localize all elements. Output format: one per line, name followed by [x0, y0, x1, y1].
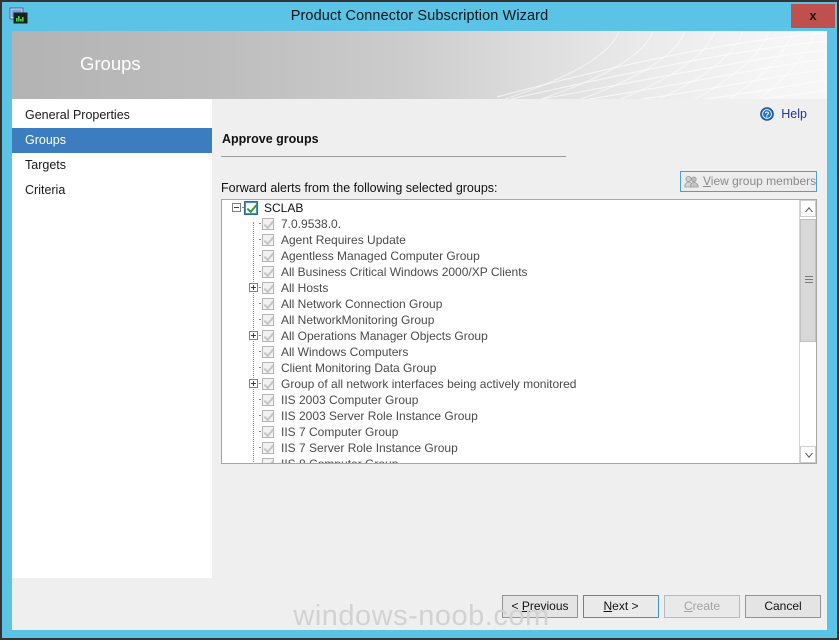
tree-row-label: All NetworkMonitoring Group [281, 313, 435, 327]
tree-row[interactable]: All Business Critical Windows 2000/XP Cl… [222, 264, 800, 280]
tree-checkbox[interactable] [262, 330, 274, 342]
scroll-up-icon[interactable] [800, 200, 816, 217]
tree-row-label: All Hosts [281, 281, 329, 295]
tree-row-label: All Business Critical Windows 2000/XP Cl… [281, 265, 528, 279]
tree-vertical-scrollbar[interactable] [799, 200, 816, 463]
tree-checkbox[interactable] [262, 378, 274, 390]
forward-alerts-label: Forward alerts from the following select… [221, 181, 498, 195]
tree-checkbox[interactable] [262, 442, 274, 454]
tree-row[interactable]: Agentless Managed Computer Group [222, 248, 800, 264]
scrollbar-grip-icon [805, 276, 813, 283]
tree-row[interactable]: IIS 7 Server Role Instance Group [222, 440, 800, 456]
tree-checkbox[interactable] [262, 346, 274, 358]
close-icon[interactable]: x [791, 4, 835, 28]
scrollbar-thumb[interactable] [800, 219, 816, 342]
tree-row-label: 7.0.9538.0. [281, 217, 342, 231]
tree-checkbox[interactable] [262, 298, 274, 310]
tree-row-root[interactable]: SCLAB [222, 200, 800, 216]
tree-checkbox[interactable] [262, 426, 274, 438]
wizard-banner: Groups [12, 31, 827, 99]
tree-row-label: SCLAB [264, 201, 304, 215]
sidebar-item-criteria[interactable]: Criteria [12, 178, 212, 203]
help-label: Help [781, 107, 807, 121]
tree-checkbox[interactable] [262, 218, 274, 230]
section-divider [221, 156, 566, 157]
previous-button[interactable]: < Previous [502, 595, 578, 618]
tree-row[interactable]: IIS 2003 Server Role Instance Group [222, 408, 800, 424]
svg-text:?: ? [764, 110, 769, 119]
view-members-label: iew group members [710, 174, 817, 188]
tree-expander-icon[interactable] [249, 283, 258, 292]
tree-row-label: All Operations Manager Objects Group [281, 329, 488, 343]
tree-row-label: Group of all network interfaces being ac… [281, 377, 577, 391]
create-button: Create [664, 595, 740, 618]
section-title: Approve groups [222, 132, 319, 146]
tree-row-label: IIS 8 Computer Group [281, 456, 398, 463]
tree-checkbox[interactable] [244, 201, 258, 215]
content-panel: ? Help Approve groups Forward alerts fro… [212, 99, 827, 578]
sidebar-item-general-properties[interactable]: General Properties [12, 103, 212, 128]
tree-row-label: IIS 2003 Server Role Instance Group [281, 409, 478, 423]
tree-row-label: IIS 2003 Computer Group [281, 393, 419, 407]
tree-expander-icon[interactable] [232, 203, 241, 212]
tree-checkbox[interactable] [262, 410, 274, 422]
wizard-step-sidebar: General Properties Groups Targets Criter… [12, 99, 212, 578]
tree-row-label: Agent Requires Update [281, 233, 406, 247]
sidebar-item-targets[interactable]: Targets [12, 153, 212, 178]
tree-checkbox[interactable] [262, 458, 274, 463]
tree-row-label: All Network Connection Group [281, 297, 443, 311]
tree-checkbox[interactable] [262, 362, 274, 374]
question-circle-icon: ? [759, 107, 774, 121]
tree-checkbox[interactable] [262, 266, 274, 278]
tree-expander-icon[interactable] [249, 331, 258, 340]
groups-tree-list: SCLAB 7.0.9538.0. Agent Requires Update Age… [222, 200, 800, 463]
wizard-window: Product Connector Subscription Wizard x [0, 0, 839, 640]
tree-expander-icon[interactable] [249, 379, 258, 388]
tree-row-label: Client Monitoring Data Group [281, 361, 437, 375]
wizard-footer: < Previous Next > Create Cancel [12, 578, 827, 630]
tree-row[interactable]: IIS 8 Computer Group [222, 456, 800, 463]
tree-row-label: IIS 7 Computer Group [281, 425, 399, 439]
view-group-members-button[interactable]: View group members [680, 171, 817, 192]
page-title: Groups [80, 53, 141, 74]
tree-row[interactable]: All Hosts [222, 280, 800, 296]
banner-mesh-decoration [497, 31, 827, 99]
tree-checkbox[interactable] [262, 282, 274, 294]
view-members-accel: V [703, 174, 711, 188]
tree-row[interactable]: All Windows Computers [222, 344, 800, 360]
tree-checkbox[interactable] [262, 394, 274, 406]
sidebar-item-groups[interactable]: Groups [12, 128, 212, 153]
tree-row[interactable]: 7.0.9538.0. [222, 216, 800, 232]
tree-row[interactable]: All NetworkMonitoring Group [222, 312, 800, 328]
tree-row[interactable]: All Network Connection Group [222, 296, 800, 312]
tree-checkbox[interactable] [262, 250, 274, 262]
tree-row[interactable]: Client Monitoring Data Group [222, 360, 800, 376]
tree-row[interactable]: All Operations Manager Objects Group [222, 328, 800, 344]
group-members-icon [684, 175, 699, 188]
groups-tree[interactable]: SCLAB 7.0.9538.0. Agent Requires Update Age… [221, 199, 817, 464]
tree-row[interactable]: Agent Requires Update [222, 232, 800, 248]
tree-row[interactable]: IIS 2003 Computer Group [222, 392, 800, 408]
tree-row[interactable]: Group of all network interfaces being ac… [222, 376, 800, 392]
tree-checkbox[interactable] [262, 314, 274, 326]
window-title: Product Connector Subscription Wizard [290, 8, 549, 24]
tree-row-label: IIS 7 Server Role Instance Group [281, 441, 458, 455]
tree-row[interactable]: IIS 7 Computer Group [222, 424, 800, 440]
help-link[interactable]: ? Help [759, 107, 807, 121]
scroll-down-icon[interactable] [800, 446, 816, 463]
title-bar: Product Connector Subscription Wizard x [2, 2, 837, 31]
tree-checkbox[interactable] [262, 234, 274, 246]
tree-row-label: All Windows Computers [281, 345, 409, 359]
tree-row-label: Agentless Managed Computer Group [281, 249, 480, 263]
cancel-button[interactable]: Cancel [745, 595, 821, 618]
next-button[interactable]: Next > [583, 595, 659, 618]
